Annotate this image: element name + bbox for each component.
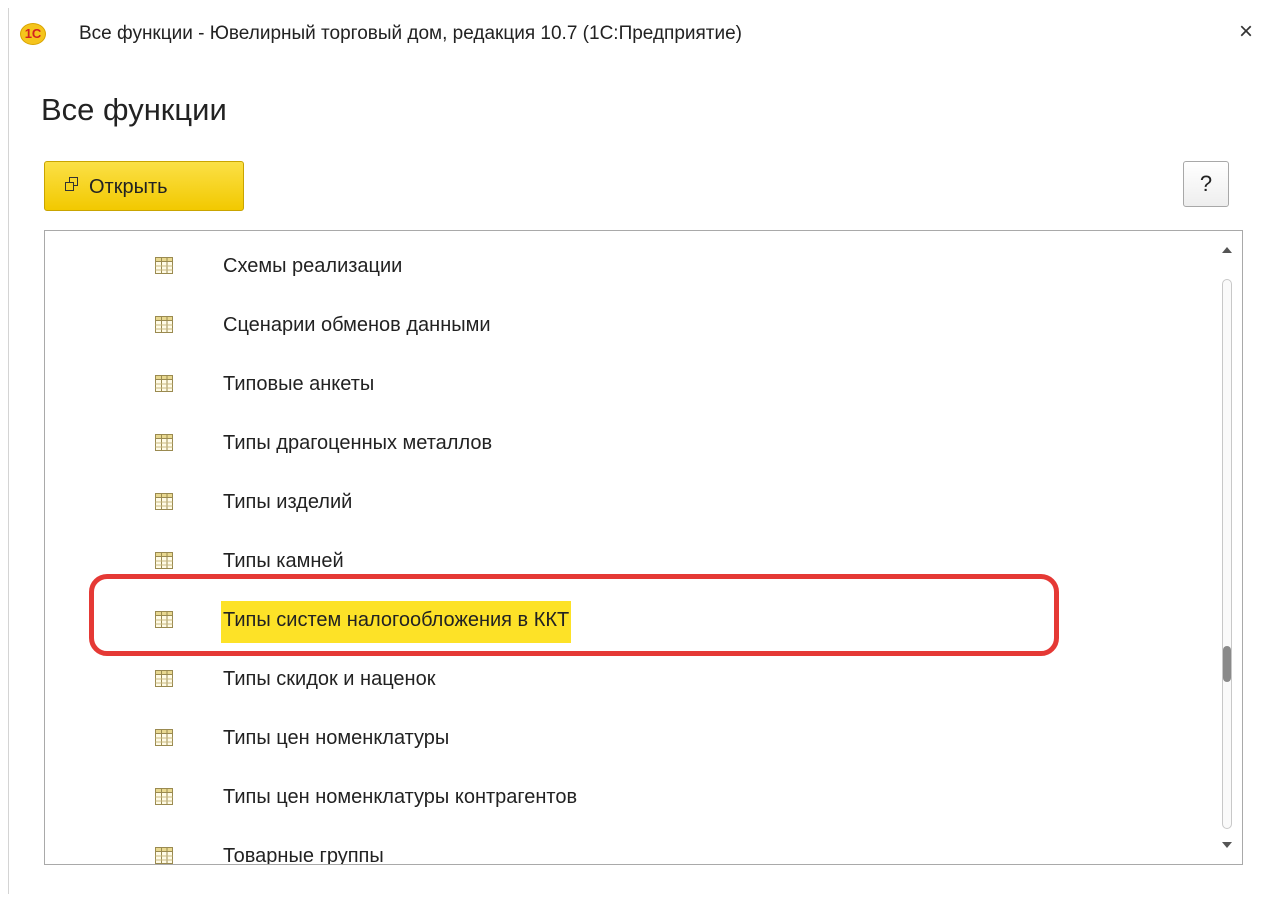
app-window: 1С Все функции - Ювелирный торговый дом,…	[8, 8, 1274, 894]
open-window-icon	[65, 177, 79, 191]
list-item-label: Типы цен номенклатуры	[223, 727, 450, 749]
vertical-scrollbar[interactable]	[1222, 279, 1232, 829]
list-item[interactable]: Сценарии обменов данными	[45, 304, 1215, 344]
catalog-table-icon	[155, 257, 173, 274]
catalog-table-icon	[155, 375, 173, 392]
catalog-table-icon	[155, 847, 173, 864]
catalog-table-icon	[155, 729, 173, 746]
list-item[interactable]: Типы систем налогообложения в ККТ	[45, 599, 1215, 643]
list-item[interactable]: Типы изделий	[45, 481, 1215, 521]
list-item[interactable]: Типы камней	[45, 540, 1215, 580]
close-button[interactable]: ×	[1232, 18, 1260, 46]
catalog-table-icon	[155, 670, 173, 687]
help-button[interactable]: ?	[1183, 161, 1229, 207]
list-item[interactable]: Типы скидок и наценок	[45, 658, 1215, 698]
list-item-label: Типы изделий	[223, 491, 353, 513]
list-item-label: Товарные группы	[223, 845, 384, 865]
app-logo-icon: 1С	[20, 23, 46, 45]
list-item[interactable]: Типы драгоценных металлов	[45, 422, 1215, 462]
page-title: Все функции	[41, 92, 227, 127]
title-bar: 1С Все функции - Ювелирный торговый дом,…	[9, 8, 1274, 56]
scrollbar-thumb[interactable]	[1223, 646, 1231, 682]
catalog-table-icon	[155, 611, 173, 628]
list-item-label: Типы драгоценных металлов	[223, 432, 493, 454]
list-item[interactable]: Типы цен номенклатуры контрагентов	[45, 776, 1215, 816]
list-item-label: Типы камней	[223, 550, 344, 572]
list-item[interactable]: Товарные группы	[45, 835, 1215, 865]
catalog-table-icon	[155, 493, 173, 510]
list-item[interactable]: Схемы реализации	[45, 245, 1215, 285]
catalog-table-icon	[155, 552, 173, 569]
catalog-table-icon	[155, 316, 173, 333]
list-item[interactable]: Типовые анкеты	[45, 363, 1215, 403]
scroll-up-arrow-icon[interactable]	[1222, 247, 1232, 253]
catalog-table-icon	[155, 788, 173, 805]
functions-list[interactable]: Схемы реализации Сценарии обменов данными…	[44, 230, 1243, 865]
list-item-label: Типы цен номенклатуры контрагентов	[223, 786, 578, 808]
list-item-label: Типовые анкеты	[223, 373, 375, 395]
scroll-down-arrow-icon[interactable]	[1222, 842, 1232, 848]
list-item-label: Схемы реализации	[223, 255, 403, 277]
list-item[interactable]: Типы цен номенклатуры	[45, 717, 1215, 757]
list-item-label: Сценарии обменов данными	[223, 314, 491, 336]
open-button[interactable]: Открыть	[44, 161, 244, 211]
list-item-label: Типы систем налогообложения в ККТ	[221, 601, 572, 643]
catalog-table-icon	[155, 434, 173, 451]
open-button-label: Открыть	[89, 176, 168, 198]
window-title: Все функции - Ювелирный торговый дом, ре…	[79, 23, 742, 44]
list-item-label: Типы скидок и наценок	[223, 668, 436, 690]
